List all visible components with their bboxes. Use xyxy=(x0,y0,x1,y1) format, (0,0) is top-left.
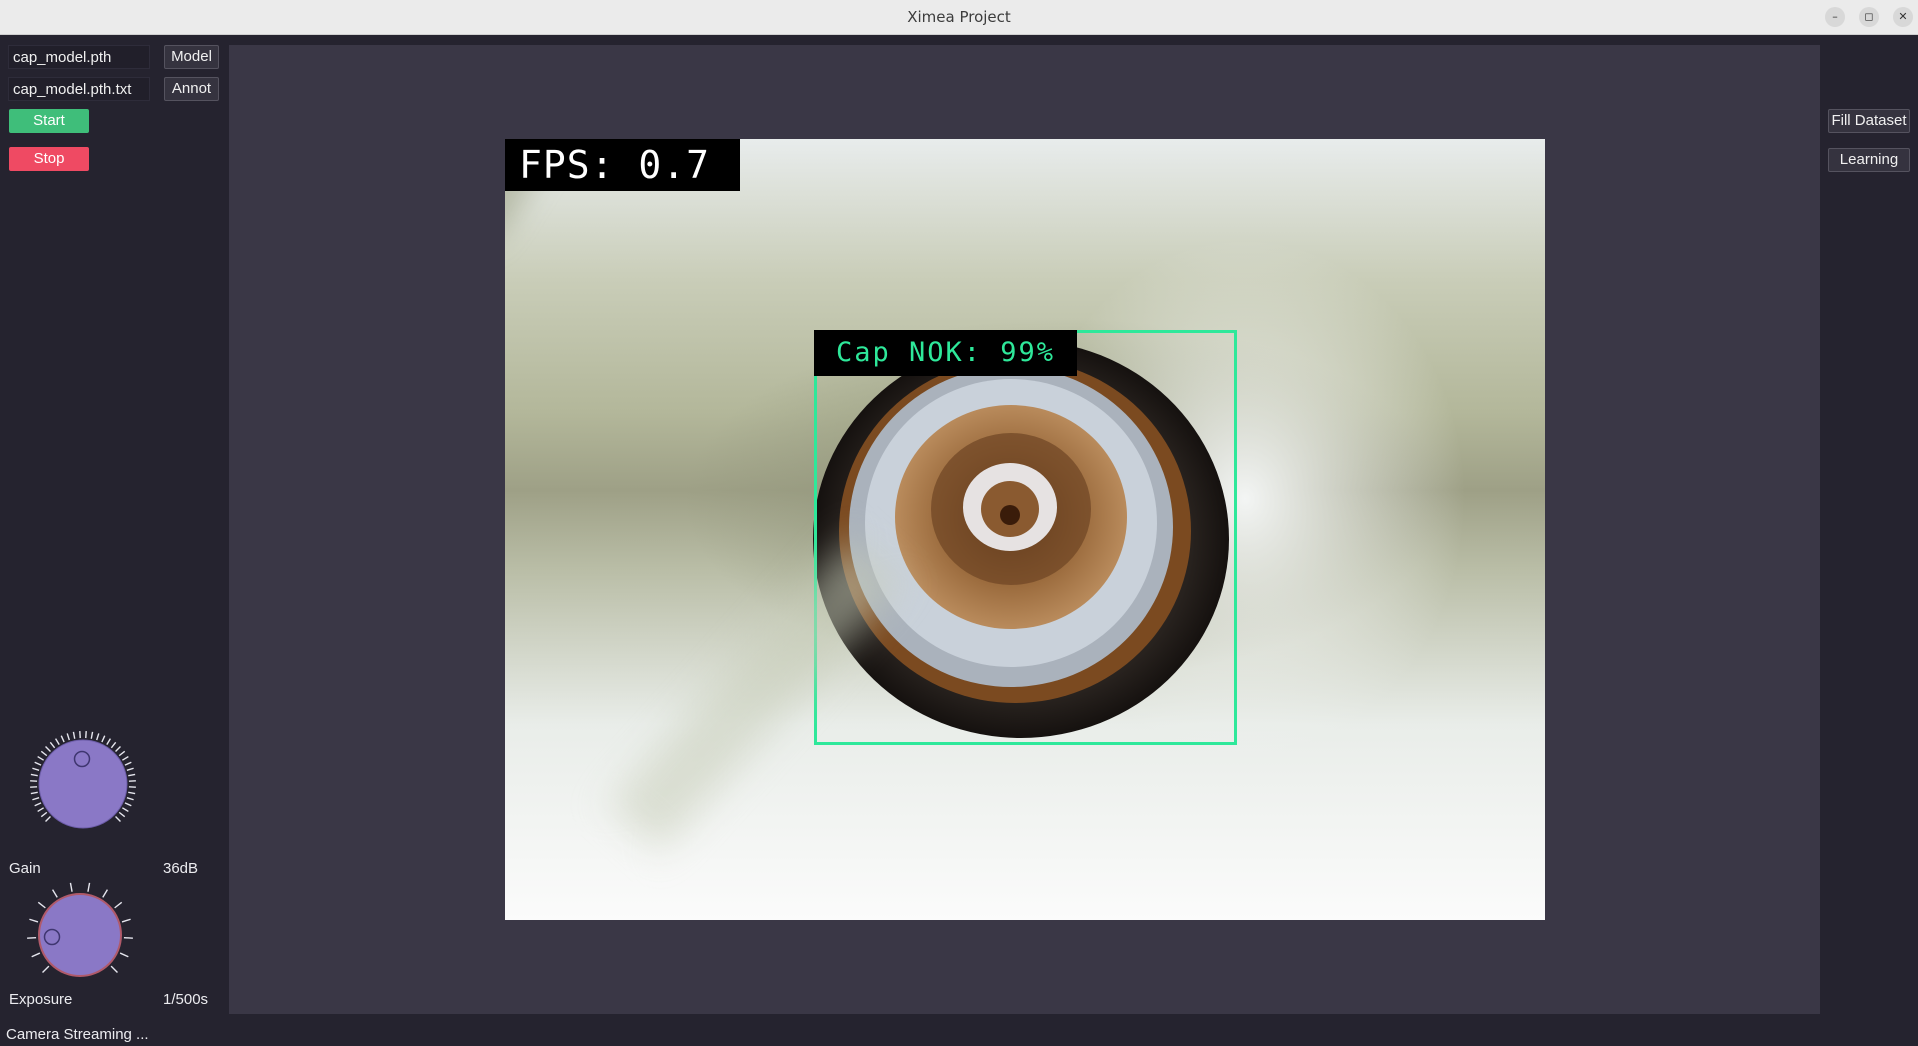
annot-file-field[interactable]: cap_model.pth.txt xyxy=(8,77,150,101)
dial-tick xyxy=(32,797,40,801)
dial-tick xyxy=(126,767,134,771)
dial-tick xyxy=(37,807,44,813)
dial-tick xyxy=(126,797,134,801)
dial-tick xyxy=(60,735,65,743)
dial-tick xyxy=(30,791,38,795)
dial-tick xyxy=(30,773,38,777)
dial-tick xyxy=(54,738,60,745)
dial-tick xyxy=(128,791,136,795)
dial-tick xyxy=(40,750,48,757)
dial-tick xyxy=(122,807,129,813)
dial-tick xyxy=(119,952,129,958)
dial-tick xyxy=(37,755,44,761)
dial-tick xyxy=(27,936,37,939)
dial-tick xyxy=(122,755,129,761)
status-text: Camera Streaming ... xyxy=(6,1026,149,1043)
dial-tick xyxy=(124,761,132,766)
gain-value: 36dB xyxy=(163,860,199,877)
dial-tick xyxy=(49,741,56,749)
fill-dataset-button[interactable]: Fill Dataset xyxy=(1828,109,1910,133)
exposure-dial[interactable] xyxy=(21,875,141,995)
dial-tick xyxy=(31,952,41,958)
dial-tick xyxy=(96,733,100,741)
model-button[interactable]: Model xyxy=(164,45,219,69)
dial-tick xyxy=(37,901,46,909)
gain-dial[interactable] xyxy=(23,724,143,844)
minimize-icon[interactable]: – xyxy=(1825,7,1845,27)
annot-button[interactable]: Annot xyxy=(164,77,219,101)
dial-tick xyxy=(34,802,42,807)
stop-button[interactable]: Stop xyxy=(9,147,89,171)
close-icon[interactable]: ✕ xyxy=(1893,7,1913,27)
dial-tick xyxy=(128,773,136,777)
detection-box xyxy=(814,330,1237,745)
maximize-icon[interactable]: ◻ xyxy=(1859,7,1879,27)
dial-tick xyxy=(29,918,39,923)
exposure-value: 1/500s xyxy=(163,991,209,1008)
dial-tick xyxy=(45,746,51,752)
dial-tick xyxy=(42,965,50,973)
window-titlebar: Ximea Project – ◻ ✕ xyxy=(0,0,1918,35)
dial-tick xyxy=(110,741,117,749)
dial-tick xyxy=(114,901,123,909)
window-title: Ximea Project xyxy=(907,8,1011,26)
model-file-field[interactable]: cap_model.pth xyxy=(8,45,150,69)
gain-dial-handle xyxy=(73,750,91,768)
learning-button[interactable]: Learning xyxy=(1828,148,1910,172)
start-button[interactable]: Start xyxy=(9,109,89,133)
dial-tick xyxy=(115,746,121,752)
dial-tick xyxy=(110,965,118,973)
dial-tick xyxy=(87,882,91,892)
dial-tick xyxy=(118,750,126,757)
dial-tick xyxy=(32,767,40,771)
dial-tick xyxy=(123,936,133,939)
dial-tick xyxy=(102,889,109,898)
fps-overlay: FPS: 0.7 xyxy=(505,139,740,191)
dial-tick xyxy=(34,761,42,766)
dial-tick xyxy=(90,731,94,739)
detection-label: Cap NOK: 99% xyxy=(814,330,1077,376)
dial-tick xyxy=(66,733,70,741)
exposure-label: Exposure xyxy=(9,991,73,1008)
dial-tick xyxy=(72,731,76,739)
dial-tick xyxy=(115,816,121,822)
dial-tick xyxy=(124,802,132,807)
dial-tick xyxy=(101,735,106,743)
dial-tick xyxy=(118,811,126,818)
exposure-dial-handle xyxy=(43,928,61,946)
dial-tick xyxy=(45,816,51,822)
dial-tick xyxy=(106,738,112,745)
camera-frame: FPS: 0.7 Cap NOK: 99% xyxy=(505,139,1545,920)
dial-tick xyxy=(121,918,131,923)
dial-tick xyxy=(51,889,58,898)
dial-tick xyxy=(40,811,48,818)
dial-tick xyxy=(69,882,73,892)
